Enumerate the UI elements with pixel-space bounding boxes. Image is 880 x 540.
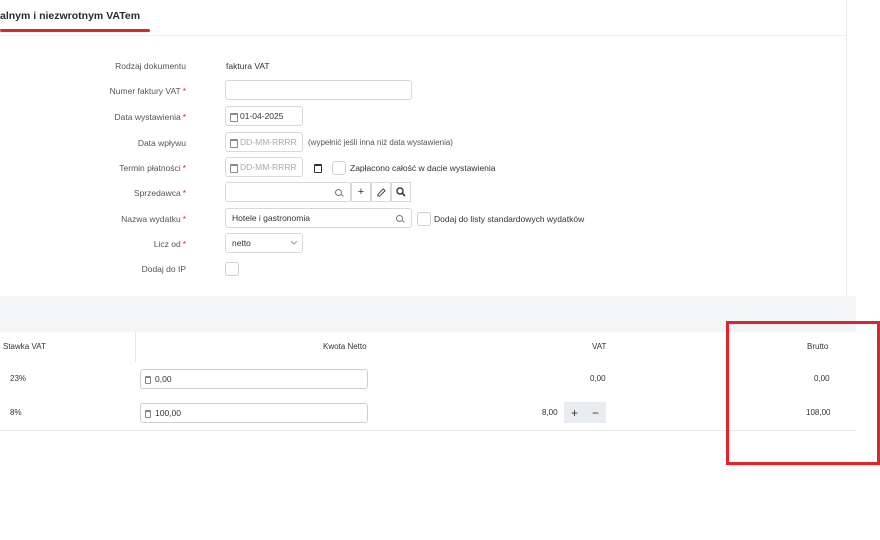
brutto-highlight-box: [726, 321, 880, 465]
termin-input[interactable]: DD-MM-RRRR: [225, 157, 303, 177]
calendar-icon: [230, 113, 238, 122]
search-icon: [396, 215, 403, 222]
row-data-wystawienia: Data wystawienia * 01-04-2025: [0, 106, 846, 128]
row-rodzaj: Rodzaj dokumentu faktura VAT: [0, 55, 846, 77]
row-dodaj-ip: Dodaj do IP: [0, 258, 846, 280]
increase-vat-button[interactable]: +: [564, 402, 585, 423]
dodaj-ip-label: Dodaj do IP: [141, 264, 186, 274]
search-icon: [396, 187, 406, 197]
active-tab-underline: [0, 29, 150, 32]
header-divider: [0, 35, 846, 36]
licz-od-label: Licz od *: [153, 239, 186, 249]
decrease-vat-button[interactable]: −: [585, 402, 606, 423]
data-wystawienia-input[interactable]: 01-04-2025: [225, 106, 303, 126]
sprzedawca-label: Sprzedawca *: [133, 188, 186, 198]
standard-list-label: Dodaj do listy standardowych wydatków: [434, 214, 585, 224]
sprzedawca-input[interactable]: [225, 182, 351, 202]
edit-icon: [376, 187, 386, 197]
numer-label: Numer faktury VAT *: [109, 86, 186, 96]
calculator-icon: [145, 376, 151, 384]
column-separator: [135, 332, 136, 362]
data-wplywu-hint: (wypełnić jeśli inna niż data wystawieni…: [308, 138, 453, 147]
tab-title[interactable]: alnym i niezwrotnym VATem: [0, 10, 140, 22]
nazwa-wydatku-label: Nazwa wydatku *: [121, 214, 186, 224]
plus-icon: +: [357, 186, 365, 198]
minus-icon: −: [591, 405, 599, 420]
data-wystawienia-label: Data wystawienia *: [114, 112, 186, 122]
row-data-wplywu: Data wpływu DD-MM-RRRR (wypełnić jeśli i…: [0, 132, 846, 154]
numer-faktury-input[interactable]: [225, 80, 412, 100]
zaplacono-label: Zapłacono całość w dacie wystawienia: [350, 163, 496, 173]
calendar-picker-icon[interactable]: [314, 164, 322, 173]
form-card: alnym i niezwrotnym VATem Rodzaj dokumen…: [0, 0, 847, 296]
row-stawka: 8%: [10, 408, 22, 417]
licz-od-select[interactable]: netto: [225, 233, 303, 253]
row-sprzedawca: Sprzedawca * +: [0, 182, 846, 204]
row-vat: 8,00: [542, 408, 558, 417]
dodaj-ip-checkbox[interactable]: [225, 262, 239, 276]
data-wplywu-label: Data wpływu: [137, 138, 186, 148]
row-vat: 0,00: [590, 374, 606, 383]
calendar-icon: [230, 164, 238, 173]
zaplacono-checkbox[interactable]: [332, 161, 346, 175]
standard-list-checkbox[interactable]: [417, 212, 431, 226]
search-icon: [335, 189, 342, 196]
calculator-icon: [145, 410, 151, 418]
row-licz-od: Licz od * netto: [0, 233, 846, 255]
chevron-down-icon: [291, 241, 297, 245]
netto-input[interactable]: 100,00: [140, 403, 368, 423]
row-nazwa-wydatku: Nazwa wydatku * Hotele i gastronomia Doda…: [0, 208, 846, 230]
rodzaj-label: Rodzaj dokumentu: [115, 61, 186, 71]
termin-label: Termin płatności *: [119, 163, 186, 173]
plus-icon: +: [570, 405, 578, 420]
rodzaj-value: faktura VAT: [226, 61, 270, 71]
add-seller-button[interactable]: +: [351, 182, 371, 202]
header-vat: VAT: [592, 342, 607, 351]
header-stawka: Stawka VAT: [3, 342, 46, 351]
nazwa-wydatku-input[interactable]: Hotele i gastronomia: [225, 208, 412, 228]
calendar-icon: [230, 139, 238, 148]
edit-seller-button[interactable]: [371, 182, 391, 202]
netto-input[interactable]: 0,00: [140, 369, 368, 389]
row-stawka: 23%: [10, 374, 27, 383]
header-netto: Kwota Netto: [323, 342, 367, 351]
row-termin: Termin płatności * DD-MM-RRRR Zapłacono c…: [0, 157, 846, 179]
data-wplywu-input[interactable]: DD-MM-RRRR: [225, 132, 303, 152]
search-seller-button[interactable]: [391, 182, 411, 202]
row-numer: Numer faktury VAT *: [0, 80, 846, 102]
